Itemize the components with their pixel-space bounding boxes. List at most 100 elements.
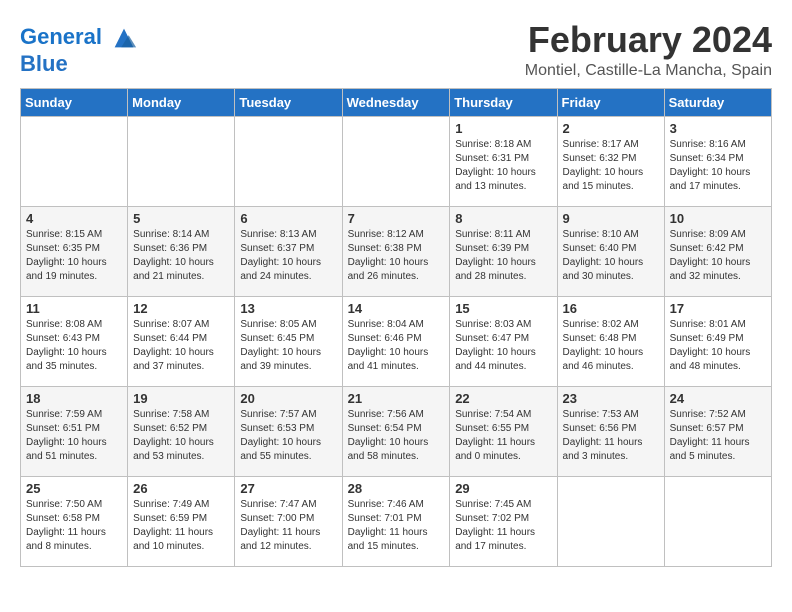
calendar-cell: 11 Sunrise: 8:08 AM Sunset: 6:43 PM Dayli… — [21, 296, 128, 386]
calendar-cell — [235, 116, 342, 206]
calendar-cell: 3 Sunrise: 8:16 AM Sunset: 6:34 PM Daylig… — [664, 116, 771, 206]
day-info: Sunrise: 8:04 AM Sunset: 6:46 PM Dayligh… — [348, 318, 445, 374]
calendar-cell — [557, 476, 664, 566]
month-title: February 2024 — [525, 20, 772, 60]
logo: General Blue — [20, 24, 138, 76]
day-info: Sunrise: 8:11 AM Sunset: 6:39 PM Dayligh… — [455, 228, 551, 284]
day-number: 12 — [133, 301, 229, 316]
day-info: Sunrise: 8:14 AM Sunset: 6:36 PM Dayligh… — [133, 228, 229, 284]
day-info: Sunrise: 7:50 AM Sunset: 6:58 PM Dayligh… — [26, 498, 122, 554]
day-info: Sunrise: 8:08 AM Sunset: 6:43 PM Dayligh… — [26, 318, 122, 374]
day-number: 18 — [26, 391, 122, 406]
logo-text: General — [20, 24, 138, 52]
day-info: Sunrise: 8:07 AM Sunset: 6:44 PM Dayligh… — [133, 318, 229, 374]
weekday-header-thursday: Thursday — [450, 88, 557, 116]
day-number: 2 — [563, 121, 659, 136]
calendar-cell: 2 Sunrise: 8:17 AM Sunset: 6:32 PM Daylig… — [557, 116, 664, 206]
day-info: Sunrise: 8:10 AM Sunset: 6:40 PM Dayligh… — [563, 228, 659, 284]
day-info: Sunrise: 8:09 AM Sunset: 6:42 PM Dayligh… — [670, 228, 766, 284]
calendar-cell: 21 Sunrise: 7:56 AM Sunset: 6:54 PM Dayli… — [342, 386, 450, 476]
day-number: 9 — [563, 211, 659, 226]
calendar-cell: 7Sunrise: 8:12 AM Sunset: 6:38 PM Daylig… — [342, 206, 450, 296]
title-block: February 2024 Montiel, Castille-La Manch… — [525, 20, 772, 80]
day-info: Sunrise: 8:16 AM Sunset: 6:34 PM Dayligh… — [670, 138, 766, 194]
calendar-cell: 1 Sunrise: 8:18 AM Sunset: 6:31 PM Daylig… — [450, 116, 557, 206]
weekday-header-saturday: Saturday — [664, 88, 771, 116]
day-number: 19 — [133, 391, 229, 406]
location: Montiel, Castille-La Mancha, Spain — [525, 62, 772, 80]
day-number: 1 — [455, 121, 551, 136]
day-number: 29 — [455, 481, 551, 496]
day-info: Sunrise: 7:56 AM Sunset: 6:54 PM Dayligh… — [348, 408, 445, 464]
calendar-week-1: 1 Sunrise: 8:18 AM Sunset: 6:31 PM Daylig… — [21, 116, 772, 206]
day-info: Sunrise: 7:58 AM Sunset: 6:52 PM Dayligh… — [133, 408, 229, 464]
day-number: 14 — [348, 301, 445, 316]
day-info: Sunrise: 8:02 AM Sunset: 6:48 PM Dayligh… — [563, 318, 659, 374]
calendar-cell: 23 Sunrise: 7:53 AM Sunset: 6:56 PM Dayli… — [557, 386, 664, 476]
day-info: Sunrise: 7:49 AM Sunset: 6:59 PM Dayligh… — [133, 498, 229, 554]
day-number: 16 — [563, 301, 659, 316]
calendar-header: SundayMondayTuesdayWednesdayThursdayFrid… — [21, 88, 772, 116]
calendar-cell: 6 Sunrise: 8:13 AM Sunset: 6:37 PM Daylig… — [235, 206, 342, 296]
day-info: Sunrise: 8:05 AM Sunset: 6:45 PM Dayligh… — [240, 318, 336, 374]
day-info: Sunrise: 7:59 AM Sunset: 6:51 PM Dayligh… — [26, 408, 122, 464]
weekday-header-sunday: Sunday — [21, 88, 128, 116]
calendar-week-5: 25 Sunrise: 7:50 AM Sunset: 6:58 PM Dayli… — [21, 476, 772, 566]
calendar-cell: 20 Sunrise: 7:57 AM Sunset: 6:53 PM Dayli… — [235, 386, 342, 476]
calendar-cell: 26 Sunrise: 7:49 AM Sunset: 6:59 PM Dayli… — [128, 476, 235, 566]
logo-blue: Blue — [20, 52, 138, 76]
calendar-cell: 10Sunrise: 8:09 AM Sunset: 6:42 PM Dayli… — [664, 206, 771, 296]
calendar-cell: 4Sunrise: 8:15 AM Sunset: 6:35 PM Daylig… — [21, 206, 128, 296]
day-number: 25 — [26, 481, 122, 496]
day-info: Sunrise: 8:03 AM Sunset: 6:47 PM Dayligh… — [455, 318, 551, 374]
weekday-header-row: SundayMondayTuesdayWednesdayThursdayFrid… — [21, 88, 772, 116]
day-info: Sunrise: 7:57 AM Sunset: 6:53 PM Dayligh… — [240, 408, 336, 464]
calendar-cell: 29 Sunrise: 7:45 AM Sunset: 7:02 PM Dayli… — [450, 476, 557, 566]
weekday-header-wednesday: Wednesday — [342, 88, 450, 116]
day-number: 15 — [455, 301, 551, 316]
calendar-cell: 24 Sunrise: 7:52 AM Sunset: 6:57 PM Dayli… — [664, 386, 771, 476]
calendar-cell: 27Sunrise: 7:47 AM Sunset: 7:00 PM Dayli… — [235, 476, 342, 566]
calendar-cell: 8 Sunrise: 8:11 AM Sunset: 6:39 PM Daylig… — [450, 206, 557, 296]
calendar-body: 1 Sunrise: 8:18 AM Sunset: 6:31 PM Daylig… — [21, 116, 772, 566]
day-number: 23 — [563, 391, 659, 406]
calendar-week-3: 11 Sunrise: 8:08 AM Sunset: 6:43 PM Dayli… — [21, 296, 772, 386]
calendar-cell: 22 Sunrise: 7:54 AM Sunset: 6:55 PM Dayli… — [450, 386, 557, 476]
weekday-header-tuesday: Tuesday — [235, 88, 342, 116]
day-number: 6 — [240, 211, 336, 226]
day-number: 21 — [348, 391, 445, 406]
calendar-week-4: 18 Sunrise: 7:59 AM Sunset: 6:51 PM Dayli… — [21, 386, 772, 476]
day-number: 28 — [348, 481, 445, 496]
calendar-cell — [128, 116, 235, 206]
day-number: 8 — [455, 211, 551, 226]
calendar-cell: 25 Sunrise: 7:50 AM Sunset: 6:58 PM Dayli… — [21, 476, 128, 566]
logo-icon — [110, 24, 138, 52]
day-info: Sunrise: 8:18 AM Sunset: 6:31 PM Dayligh… — [455, 138, 551, 194]
day-number: 5 — [133, 211, 229, 226]
calendar-cell: 9 Sunrise: 8:10 AM Sunset: 6:40 PM Daylig… — [557, 206, 664, 296]
day-info: Sunrise: 8:17 AM Sunset: 6:32 PM Dayligh… — [563, 138, 659, 194]
day-number: 3 — [670, 121, 766, 136]
day-number: 20 — [240, 391, 336, 406]
calendar-table: SundayMondayTuesdayWednesdayThursdayFrid… — [20, 88, 772, 567]
day-info: Sunrise: 7:47 AM Sunset: 7:00 PM Dayligh… — [240, 498, 336, 554]
day-number: 7 — [348, 211, 445, 226]
day-info: Sunrise: 7:52 AM Sunset: 6:57 PM Dayligh… — [670, 408, 766, 464]
calendar-cell: 17Sunrise: 8:01 AM Sunset: 6:49 PM Dayli… — [664, 296, 771, 386]
calendar-week-2: 4Sunrise: 8:15 AM Sunset: 6:35 PM Daylig… — [21, 206, 772, 296]
day-number: 11 — [26, 301, 122, 316]
weekday-header-friday: Friday — [557, 88, 664, 116]
calendar-cell: 12 Sunrise: 8:07 AM Sunset: 6:44 PM Dayli… — [128, 296, 235, 386]
page-header: General Blue February 2024 Montiel, Cast… — [20, 20, 772, 80]
calendar-cell: 16 Sunrise: 8:02 AM Sunset: 6:48 PM Dayli… — [557, 296, 664, 386]
day-info: Sunrise: 7:53 AM Sunset: 6:56 PM Dayligh… — [563, 408, 659, 464]
day-number: 26 — [133, 481, 229, 496]
calendar-cell: 15 Sunrise: 8:03 AM Sunset: 6:47 PM Dayli… — [450, 296, 557, 386]
day-info: Sunrise: 7:45 AM Sunset: 7:02 PM Dayligh… — [455, 498, 551, 554]
calendar-cell: 19 Sunrise: 7:58 AM Sunset: 6:52 PM Dayli… — [128, 386, 235, 476]
day-number: 22 — [455, 391, 551, 406]
calendar-cell: 28Sunrise: 7:46 AM Sunset: 7:01 PM Dayli… — [342, 476, 450, 566]
day-info: Sunrise: 7:54 AM Sunset: 6:55 PM Dayligh… — [455, 408, 551, 464]
day-info: Sunrise: 8:13 AM Sunset: 6:37 PM Dayligh… — [240, 228, 336, 284]
day-number: 24 — [670, 391, 766, 406]
